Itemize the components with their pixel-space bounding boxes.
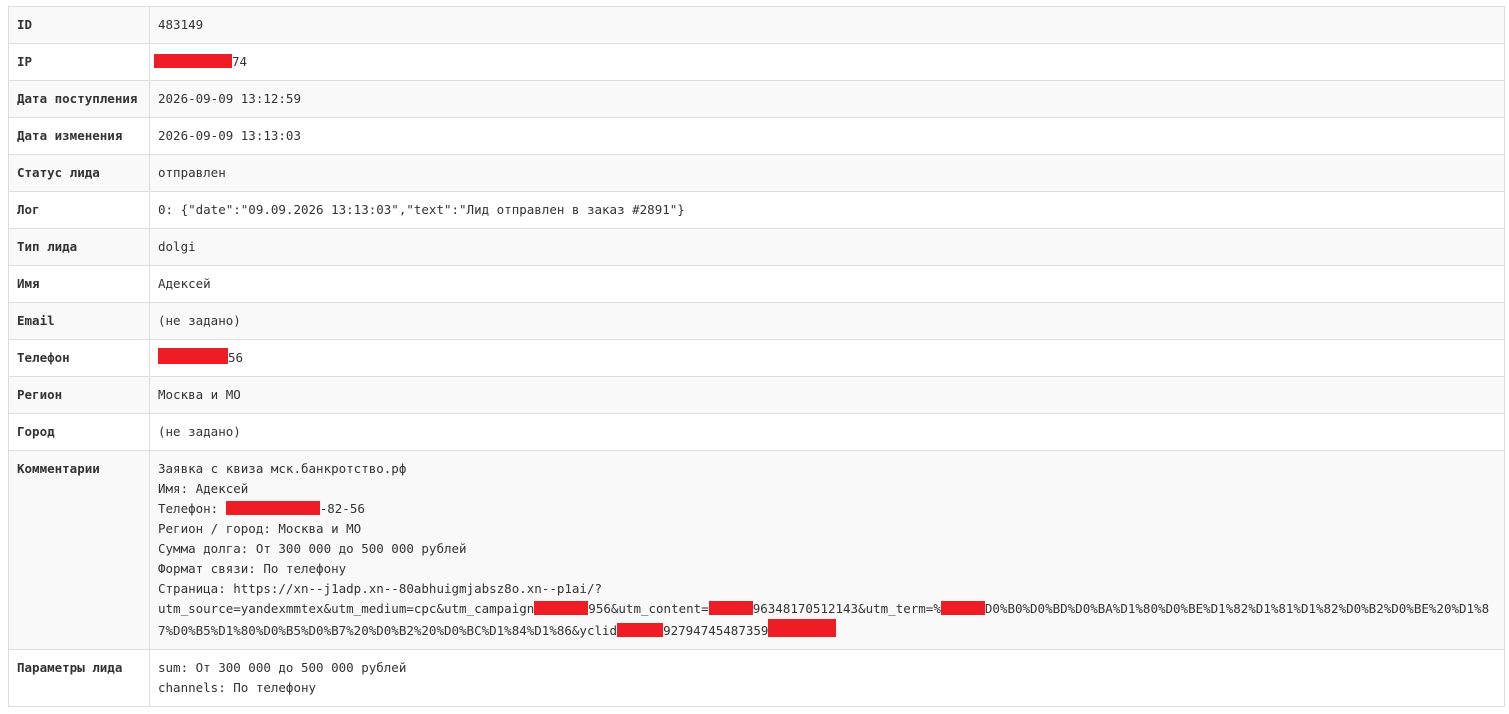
redaction-mark: [225, 501, 320, 515]
value-phone: 56: [149, 339, 1505, 377]
value-id: 483149: [149, 6, 1505, 44]
row-city: Город (не задано): [8, 413, 1505, 451]
redaction-mark: [768, 619, 837, 637]
row-type: Тип лида dolgi: [8, 228, 1505, 266]
value-comments: Заявка с квиза мск.банкротство.рф Имя: А…: [149, 450, 1505, 650]
label-name: Имя: [8, 265, 150, 303]
value-type: dolgi: [149, 228, 1505, 266]
label-ip: IP: [8, 43, 150, 81]
row-created: Дата поступления 2026-09-09 13:12:59: [8, 80, 1505, 118]
redaction-mark: [158, 348, 228, 364]
value-region: Москва и МО: [149, 376, 1505, 414]
row-region: Регион Москва и МО: [8, 376, 1505, 414]
label-city: Город: [8, 413, 150, 451]
comment-phone-suffix: -82-56: [319, 501, 365, 516]
value-params: sum: От 300 000 до 500 000 рублей channe…: [149, 649, 1505, 707]
value-status: отправлен: [149, 154, 1505, 192]
row-params: Параметры лида sum: От 300 000 до 500 00…: [8, 649, 1505, 707]
comment-phone-prefix: Телефон:: [158, 501, 226, 516]
value-log: 0: {"date":"09.09.2026 13:13:03","text":…: [149, 191, 1505, 229]
param-line: sum: От 300 000 до 500 000 рублей: [158, 660, 407, 675]
comment-line: Формат связи: По телефону: [158, 561, 347, 576]
comment-line: Регион / город: Москва и МО: [158, 521, 362, 536]
label-type: Тип лида: [8, 228, 150, 266]
redaction-mark: [708, 601, 753, 615]
row-email: Email (не задано): [8, 302, 1505, 340]
url-part: 9634817051214З&utm_term=%: [752, 601, 941, 616]
row-id: ID 483149: [8, 6, 1505, 44]
label-id: ID: [8, 6, 150, 44]
label-comments: Комментарии: [8, 450, 150, 650]
row-status: Статус лида отправлен: [8, 154, 1505, 192]
label-params: Параметры лида: [8, 649, 150, 707]
url-part: 92794745487359: [663, 623, 769, 638]
comment-line: Страница: https://xn--j1adp.xn--80abhuig…: [158, 581, 603, 596]
row-phone: Телефон 56: [8, 339, 1505, 377]
redaction-mark: [617, 623, 664, 637]
comment-url: utm_source=yandexmmtex&utm_medium=cpc&ut…: [158, 599, 1496, 641]
value-ip: 74: [149, 43, 1505, 81]
row-name: Имя Адексей: [8, 265, 1505, 303]
value-name: Адексей: [149, 265, 1505, 303]
value-created: 2026-09-09 13:12:59: [149, 80, 1505, 118]
comment-line-phone: Телефон: -82-56: [158, 499, 1496, 519]
redaction-mark: [534, 601, 589, 615]
ip-suffix: 74: [232, 54, 248, 69]
comment-line: Имя: Адексей: [158, 481, 249, 496]
row-comments: Комментарии Заявка с квиза мск.банкротст…: [8, 450, 1505, 650]
label-log: Лог: [8, 191, 150, 229]
comment-line: Сумма долга: От 300 000 до 500 000 рубле…: [158, 541, 467, 556]
value-updated: 2026-09-09 13:13:03: [149, 117, 1505, 155]
label-region: Регион: [8, 376, 150, 414]
url-part: utm_source=yandexmmtex&utm_medium=cpc&ut…: [158, 601, 535, 616]
row-log: Лог 0: {"date":"09.09.2026 13:13:03","te…: [8, 191, 1505, 229]
label-updated: Дата изменения: [8, 117, 150, 155]
label-phone: Телефон: [8, 339, 150, 377]
comment-line: Заявка с квиза мск.банкротство.рф: [158, 461, 407, 476]
param-line: channels: По телефону: [158, 680, 317, 695]
value-email: (не задано): [149, 302, 1505, 340]
row-updated: Дата изменения 2026-09-09 13:13:03: [8, 117, 1505, 155]
label-status: Статус лида: [8, 154, 150, 192]
value-city: (не задано): [149, 413, 1505, 451]
phone-suffix: 56: [228, 350, 244, 365]
url-part: 956&utm_content=: [588, 601, 709, 616]
label-created: Дата поступления: [8, 80, 150, 118]
row-ip: IP 74: [8, 43, 1505, 81]
lead-detail-table: ID 483149 IP 74 Дата поступления 2026-09…: [8, 6, 1505, 707]
redaction-mark: [940, 601, 985, 615]
redaction-mark: [154, 54, 232, 68]
label-email: Email: [8, 302, 150, 340]
